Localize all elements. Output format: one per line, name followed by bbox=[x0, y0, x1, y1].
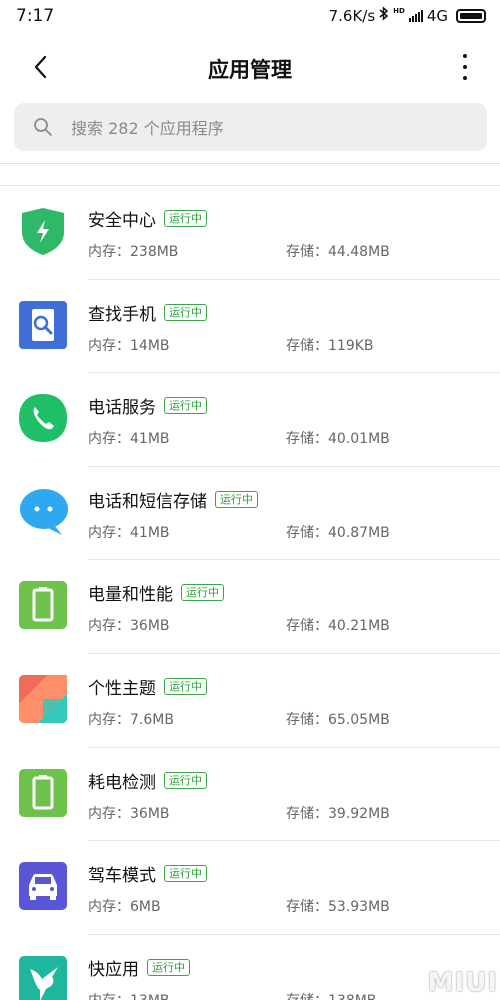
memory-usage: 内存：41MB bbox=[88, 431, 170, 448]
running-badge: 运行中 bbox=[164, 210, 207, 227]
search-placeholder: 搜索 282 个应用程序 bbox=[71, 119, 224, 138]
battery-icon bbox=[19, 581, 67, 630]
status-bar: 7:17 7.6K/s HD 4G bbox=[0, 0, 500, 32]
car-icon bbox=[19, 862, 67, 911]
app-row-security-center[interactable]: 安全中心 运行中 内存：238MB 存储：44.48MB bbox=[0, 186, 500, 280]
network-speed: 7.6K/s bbox=[328, 6, 376, 25]
storage-usage: 存储：53.93MB bbox=[286, 899, 390, 916]
signal-icon bbox=[408, 9, 423, 22]
more-options-button[interactable] bbox=[460, 54, 470, 80]
security-shield-icon bbox=[22, 208, 64, 255]
search-icon bbox=[34, 118, 52, 136]
memory-usage: 内存：14MB bbox=[88, 337, 170, 354]
app-list: 安全中心 运行中 内存：238MB 存储：44.48MB 查找手机 运行中 内存… bbox=[0, 186, 500, 1000]
miui-watermark: MIUI bbox=[427, 968, 498, 998]
divider bbox=[0, 163, 500, 164]
storage-usage: 存储：40.21MB bbox=[286, 618, 390, 635]
app-name: 快应用 bbox=[88, 959, 139, 980]
phone-icon bbox=[19, 394, 67, 443]
running-badge: 运行中 bbox=[181, 584, 224, 602]
more-vertical-icon bbox=[463, 54, 467, 58]
storage-usage: 存储：40.01MB bbox=[286, 431, 390, 448]
app-name: 电话服务 bbox=[88, 398, 156, 419]
running-badge: 运行中 bbox=[215, 490, 258, 508]
hd-label: HD bbox=[393, 6, 405, 15]
search-input[interactable]: 搜索 282 个应用程序 bbox=[14, 103, 487, 151]
theme-icon bbox=[19, 674, 67, 723]
memory-usage: 内存：41MB bbox=[88, 524, 170, 541]
app-name: 电话和短信存储 bbox=[88, 491, 207, 512]
memory-usage: 内存：238MB bbox=[88, 244, 179, 260]
hummingbird-icon bbox=[19, 955, 67, 1000]
storage-usage: 存储：138MB bbox=[286, 990, 376, 1000]
app-header: 应用管理 bbox=[0, 42, 500, 94]
app-row-battery-performance[interactable]: 电量和性能 运行中 内存：36MB 存储：40.21MB bbox=[0, 560, 500, 654]
memory-usage: 内存：36MB bbox=[88, 618, 170, 635]
memory-usage: 内存：7.6MB bbox=[88, 711, 174, 728]
running-badge: 运行中 bbox=[164, 303, 207, 321]
running-badge: 运行中 bbox=[164, 677, 207, 695]
app-name: 驾车模式 bbox=[88, 866, 156, 887]
storage-usage: 存储：40.87MB bbox=[286, 524, 390, 541]
running-badge: 运行中 bbox=[164, 865, 207, 883]
storage-usage: 存储：44.48MB bbox=[286, 244, 390, 260]
message-bubble-icon bbox=[20, 488, 68, 535]
app-row-quick-apps[interactable]: 快应用 运行中 内存：13MB 存储：138MB bbox=[0, 935, 500, 1000]
app-name: 个性主题 bbox=[88, 678, 156, 699]
app-row-phone-sms-storage[interactable]: 电话和短信存储 运行中 内存：41MB 存储：40.87MB bbox=[0, 467, 500, 561]
running-badge: 运行中 bbox=[164, 771, 207, 789]
bluetooth-icon bbox=[379, 6, 389, 25]
app-row-find-phone[interactable]: 查找手机 运行中 内存：14MB 存储：119KB bbox=[0, 280, 500, 374]
memory-usage: 内存：13MB bbox=[88, 990, 170, 1000]
status-icons: 7.6K/s HD 4G bbox=[329, 6, 486, 25]
running-badge: 运行中 bbox=[164, 397, 207, 415]
storage-usage: 存储：39.92MB bbox=[286, 805, 390, 822]
battery-icon bbox=[19, 768, 67, 817]
status-time: 7:17 bbox=[16, 6, 55, 26]
app-name: 耗电检测 bbox=[88, 772, 156, 793]
app-row-driving-mode[interactable]: 驾车模式 运行中 内存：6MB 存储：53.93MB bbox=[0, 841, 500, 935]
memory-usage: 内存：36MB bbox=[88, 805, 170, 822]
running-badge: 运行中 bbox=[147, 958, 190, 976]
storage-usage: 存储：119KB bbox=[286, 337, 374, 354]
app-name: 安全中心 bbox=[88, 211, 156, 231]
page-title: 应用管理 bbox=[208, 58, 292, 82]
app-row-power-detection[interactable]: 耗电检测 运行中 内存：36MB 存储：39.92MB bbox=[0, 748, 500, 842]
network-type: 4G bbox=[426, 6, 448, 25]
battery-status-icon bbox=[456, 8, 486, 23]
app-row-phone-services[interactable]: 电话服务 运行中 内存：41MB 存储：40.01MB bbox=[0, 373, 500, 467]
storage-usage: 存储：65.05MB bbox=[286, 711, 390, 728]
memory-usage: 内存：6MB bbox=[88, 899, 161, 916]
find-phone-icon bbox=[19, 300, 67, 349]
app-row-themes[interactable]: 个性主题 运行中 内存：7.6MB 存储：65.05MB bbox=[0, 654, 500, 748]
app-name: 电量和性能 bbox=[88, 585, 173, 606]
app-name: 查找手机 bbox=[88, 304, 156, 325]
